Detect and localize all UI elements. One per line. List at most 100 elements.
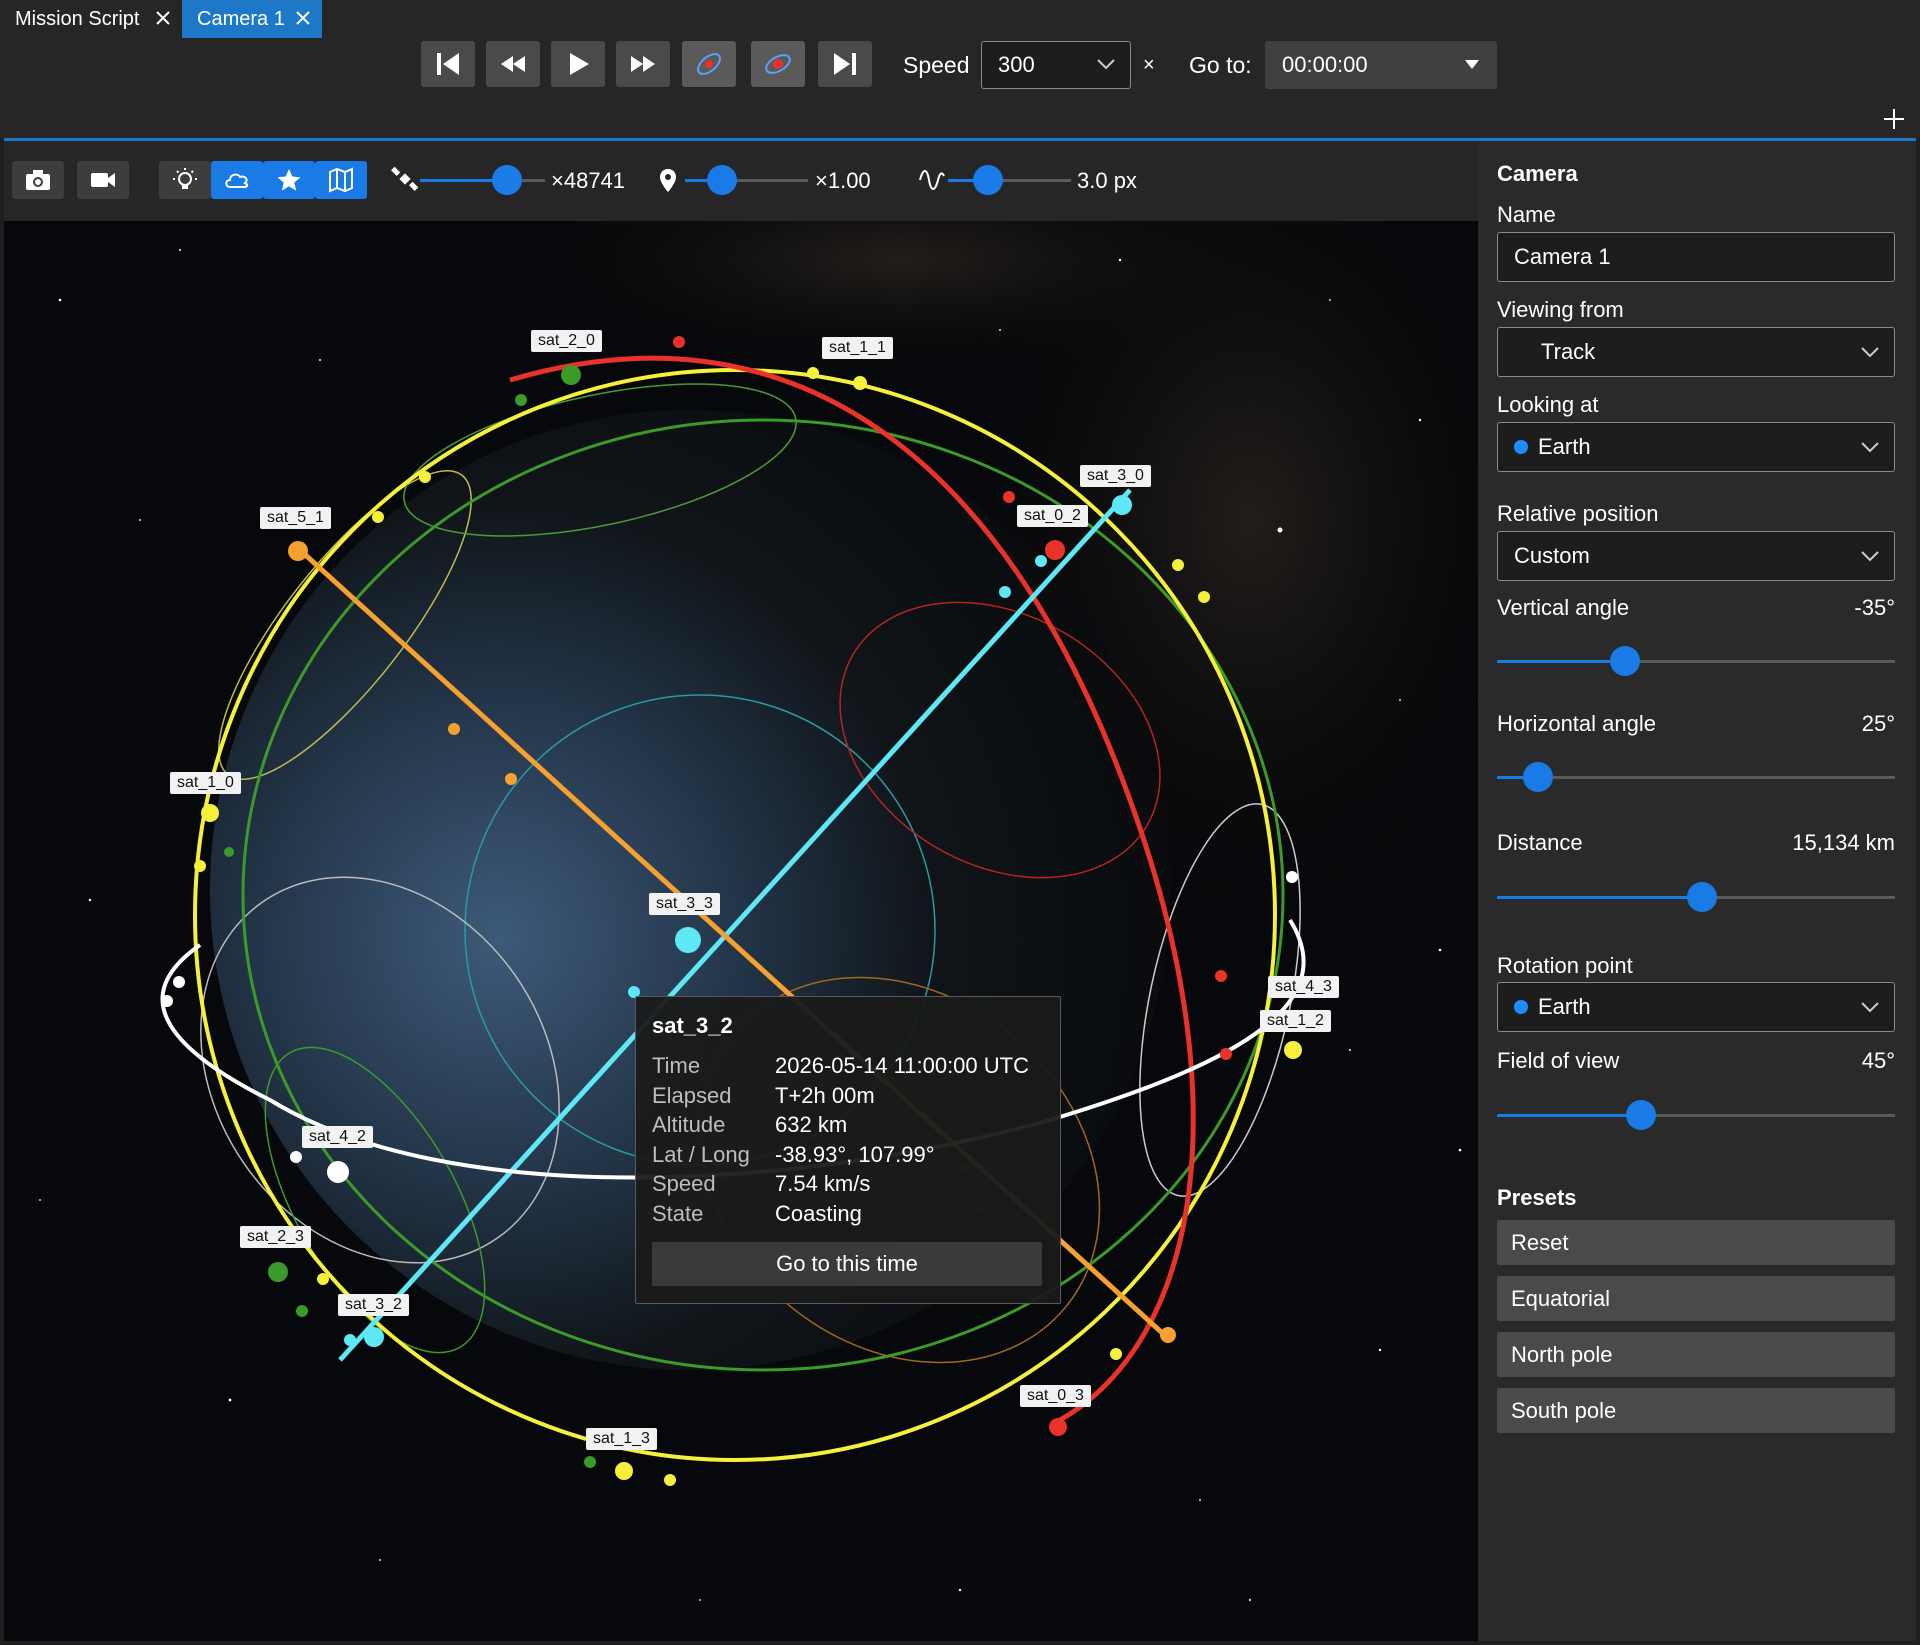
speed-value: 300 (998, 52, 1035, 77)
caret-down-icon (1465, 60, 1479, 69)
earth-dot-icon (1514, 440, 1528, 454)
rewind-button[interactable] (486, 41, 540, 87)
satellite-marker[interactable] (853, 376, 867, 390)
viewing-from-value: Track (1541, 339, 1596, 364)
satellite-marker[interactable] (1112, 495, 1132, 515)
tooltip-value: -38.93°, 107.99° (775, 1142, 935, 1167)
tab-label: Camera 1 (197, 7, 285, 30)
satellite-marker[interactable] (268, 1262, 288, 1282)
tooltip-value: 7.54 km/s (775, 1171, 871, 1196)
satellite-marker[interactable] (561, 365, 581, 385)
satellite-scale-knob[interactable] (492, 165, 522, 195)
satellite-marker[interactable] (615, 1462, 633, 1480)
distance-knob[interactable] (1687, 882, 1717, 912)
looking-at-select[interactable]: Earth (1497, 422, 1895, 472)
satellite-label[interactable]: sat_1_3 (586, 1428, 657, 1450)
relative-position-select[interactable]: Custom (1497, 531, 1895, 581)
vertical-angle-fill (1497, 660, 1625, 663)
orbit-focus-button[interactable] (751, 41, 805, 87)
horizontal-angle-slider[interactable] (1497, 776, 1895, 779)
tooltip-title: sat_3_2 (652, 1013, 733, 1038)
play-button[interactable] (551, 41, 605, 87)
marker-scale-knob[interactable] (707, 165, 737, 195)
tooltip-key: Elapsed (652, 1083, 732, 1108)
preset-equatorial-button[interactable]: Equatorial (1497, 1276, 1895, 1321)
skip-to-start-button[interactable] (421, 41, 475, 87)
rotation-point-select[interactable]: Earth (1497, 982, 1895, 1032)
satellite-marker[interactable] (364, 1327, 384, 1347)
satellite-label[interactable]: sat_2_3 (240, 1226, 311, 1248)
tooltip-key: Time (652, 1053, 701, 1078)
close-icon[interactable] (154, 9, 172, 27)
orbit-view-button[interactable] (682, 41, 736, 87)
fast-forward-button[interactable] (616, 41, 670, 87)
goto-time-value: 00:00:00 (1282, 52, 1368, 77)
3d-viewport[interactable]: sat_2_0 sat_1_1 sat_3_0 sat_0_2 sat_5_1 … (4, 221, 1478, 1641)
chevron-down-icon (1861, 1002, 1879, 1013)
tooltip-value: 2026-05-14 11:00:00 UTC (775, 1053, 1029, 1078)
satellite-marker[interactable] (1049, 1418, 1067, 1436)
tab-mission-script[interactable]: Mission Script (0, 0, 182, 38)
map-toggle[interactable] (315, 161, 367, 199)
satellite-tooltip: sat_3_2 Time 2026-05-14 11:00:00 UTC Ela… (635, 996, 1061, 1304)
earth-dot-icon (1514, 1000, 1528, 1014)
add-tab-icon[interactable] (1882, 107, 1906, 131)
vertical-angle-knob[interactable] (1610, 646, 1640, 676)
satellite-marker[interactable] (201, 804, 219, 822)
line-width-knob[interactable] (973, 165, 1003, 195)
satellite-label[interactable]: sat_1_2 (1260, 1010, 1331, 1032)
satellite-label[interactable]: sat_5_1 (260, 507, 331, 529)
satellite-label[interactable]: sat_1_1 (822, 337, 893, 359)
satellite-marker[interactable] (675, 927, 701, 953)
record-video-button[interactable] (77, 161, 129, 199)
tooltip-value: 632 km (775, 1112, 848, 1137)
horizontal-angle-knob[interactable] (1523, 762, 1553, 792)
viewing-from-select[interactable]: Track (1497, 327, 1895, 377)
satellite-label[interactable]: sat_4_2 (302, 1126, 373, 1148)
lighting-toggle[interactable] (159, 161, 211, 199)
satellite-label[interactable]: sat_3_2 (338, 1294, 409, 1316)
speed-unit: × (1143, 54, 1155, 76)
close-icon[interactable] (294, 9, 312, 27)
distance-fill (1497, 896, 1701, 899)
relative-position-label: Relative position (1497, 501, 1659, 526)
go-to-this-time-button[interactable]: Go to this time (652, 1242, 1042, 1286)
tab-bar (0, 98, 1920, 138)
speed-select[interactable]: 300 (981, 41, 1131, 89)
scene-canvas[interactable] (4, 221, 1478, 1641)
clouds-toggle[interactable] (211, 161, 263, 199)
satellite-marker[interactable] (1160, 1327, 1176, 1343)
satellite-marker[interactable] (327, 1161, 349, 1183)
tab-camera-1[interactable]: Camera 1 (182, 0, 322, 38)
screenshot-button[interactable] (12, 161, 64, 199)
relative-position-value: Custom (1514, 543, 1590, 568)
fov-fill (1497, 1114, 1640, 1117)
preset-south-pole-button[interactable]: South pole (1497, 1388, 1895, 1433)
tab-label: Mission Script (15, 7, 140, 30)
satellite-marker[interactable] (288, 541, 308, 561)
satellite-label[interactable]: sat_1_0 (170, 772, 241, 794)
satellite-label[interactable]: sat_0_2 (1017, 505, 1088, 527)
satellite-label[interactable]: sat_3_0 (1080, 465, 1151, 487)
tooltip-key: Altitude (652, 1112, 726, 1137)
goto-time-select[interactable]: 00:00:00 (1265, 41, 1497, 89)
camera-icon (26, 170, 50, 190)
stars-toggle[interactable] (263, 161, 315, 199)
skip-to-end-button[interactable] (818, 41, 872, 87)
satellite-label[interactable]: sat_2_0 (531, 330, 602, 352)
tooltip-key: Speed (652, 1171, 716, 1196)
preset-reset-button[interactable]: Reset (1497, 1220, 1895, 1265)
map-icon (329, 167, 353, 193)
satellite-label[interactable]: sat_0_3 (1020, 1385, 1091, 1407)
satellite-label[interactable]: sat_3_3 (649, 893, 720, 915)
rotation-point-label: Rotation point (1497, 953, 1633, 978)
fast-forward-icon (631, 56, 655, 72)
satellite-marker[interactable] (1045, 540, 1065, 560)
camera-name-input[interactable]: Camera 1 (1497, 232, 1895, 282)
preset-north-pole-button[interactable]: North pole (1497, 1332, 1895, 1377)
satellite-marker[interactable] (1284, 1041, 1302, 1059)
satellite-label[interactable]: sat_4_3 (1268, 976, 1339, 998)
orbit-focus-icon (765, 54, 791, 74)
horizontal-angle-label: Horizontal angle (1497, 711, 1656, 736)
fov-knob[interactable] (1626, 1100, 1656, 1130)
